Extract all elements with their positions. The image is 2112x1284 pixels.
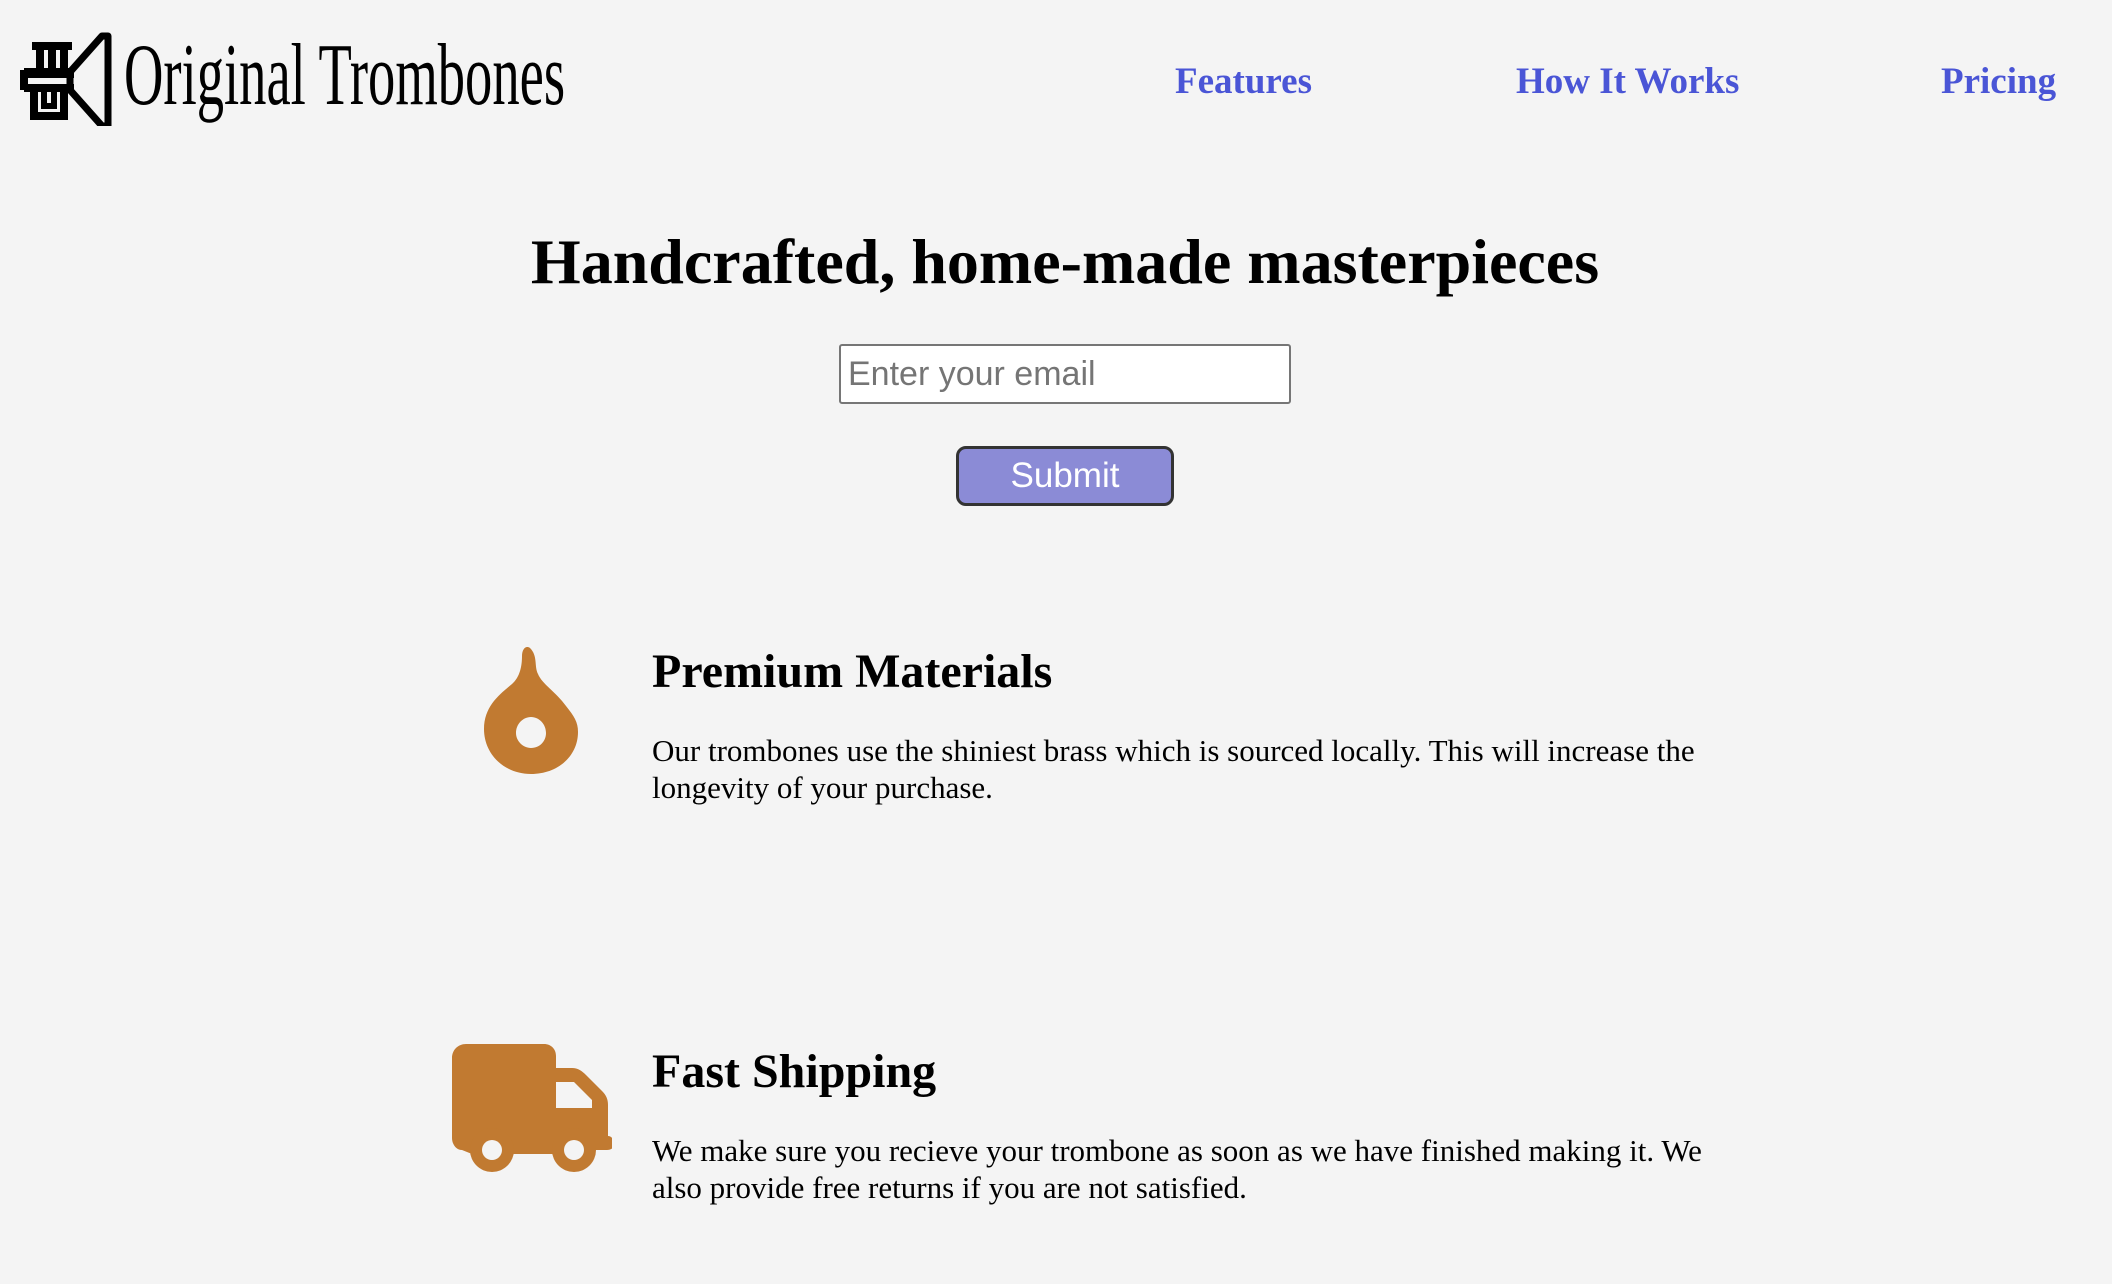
truck-icon <box>452 1044 612 1172</box>
feature-text-premium-materials: Our trombones use the shiniest brass whi… <box>652 733 1695 805</box>
nav-link-pricing[interactable]: Pricing <box>1941 60 2056 103</box>
submit-button[interactable]: Submit <box>956 446 1174 506</box>
feature-title-premium-materials: Premium Materials <box>652 645 1053 698</box>
nav-link-how-it-works[interactable]: How It Works <box>1516 60 1739 103</box>
feature-text-fast-shipping: We make sure you recieve your trombone a… <box>652 1133 1702 1205</box>
hero-title: Handcrafted, home-made masterpieces <box>530 226 1600 297</box>
nav-link-features[interactable]: Features <box>1175 60 1312 103</box>
email-input[interactable] <box>839 344 1291 404</box>
site-header: Original Trombones Features How It Works… <box>0 0 2112 150</box>
fire-icon <box>484 646 578 774</box>
brand-logo[interactable]: Original Trombones <box>20 26 835 126</box>
brand-name: Original Trombones <box>124 27 566 124</box>
trumpet-icon <box>20 32 112 126</box>
feature-title-fast-shipping: Fast Shipping <box>652 1045 937 1098</box>
